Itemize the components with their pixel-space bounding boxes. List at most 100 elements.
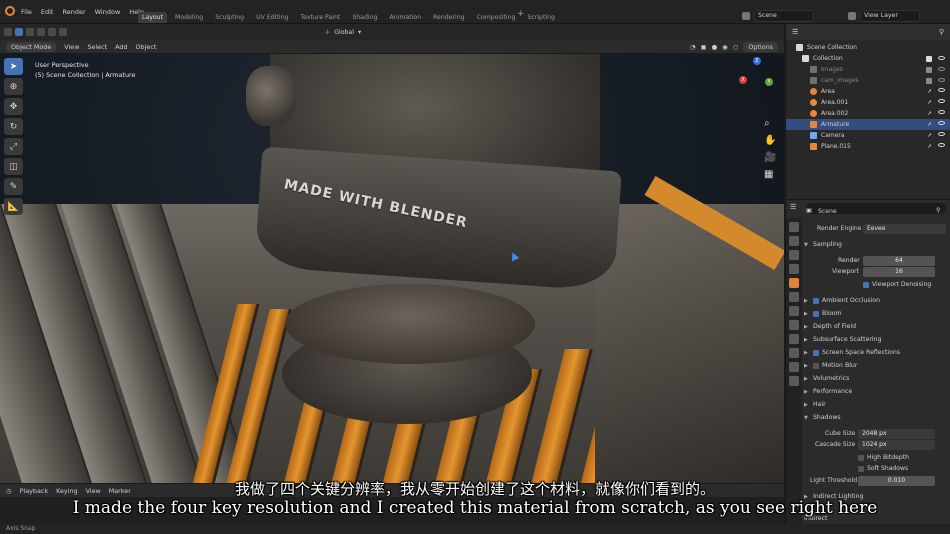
- gizmo-y-axis[interactable]: Y: [765, 78, 773, 86]
- data-tab-icon[interactable]: [789, 376, 799, 386]
- object-tab-icon[interactable]: [789, 306, 799, 316]
- add-workspace-icon[interactable]: +: [517, 9, 525, 19]
- menu-render[interactable]: Render: [62, 8, 85, 16]
- outliner-row-armature[interactable]: Armature ➚: [786, 119, 950, 130]
- select-arrow-icon[interactable]: ➚: [927, 99, 932, 106]
- options-button[interactable]: Options: [743, 41, 778, 52]
- select-tool-icon[interactable]: ➤: [4, 58, 23, 75]
- view-layer-selector[interactable]: View Layer: [848, 10, 920, 22]
- output-tab-icon[interactable]: [789, 250, 799, 260]
- transform-orientation[interactable]: ⊹ Global ▾: [325, 29, 361, 36]
- outliner-row[interactable]: Images: [786, 64, 950, 75]
- zoom-icon[interactable]: ⌕: [764, 118, 776, 129]
- eye-icon[interactable]: [938, 99, 945, 103]
- select-arrow-icon[interactable]: ➚: [927, 121, 932, 128]
- menu-view[interactable]: View: [64, 43, 79, 51]
- physics-tab-icon[interactable]: [789, 348, 799, 358]
- tab-compositing[interactable]: Compositing: [473, 12, 520, 23]
- hair-panel-header[interactable]: ▶ Hair: [804, 401, 826, 408]
- cascade-size-dropdown[interactable]: 1024 px: [858, 440, 935, 450]
- menu-file[interactable]: File: [21, 8, 32, 16]
- measure-tool-icon[interactable]: 📐: [4, 198, 23, 215]
- select-arrow-icon[interactable]: ➚: [927, 110, 932, 117]
- overlay-icon[interactable]: ◔: [690, 43, 696, 51]
- viewport-samples-field[interactable]: 16: [863, 267, 935, 277]
- render-engine-dropdown[interactable]: Eevee: [863, 224, 946, 234]
- include-checkbox[interactable]: [926, 77, 932, 84]
- outliner-scene-collection[interactable]: Scene Collection: [786, 42, 950, 53]
- outliner-row[interactable]: Camera ➚: [786, 130, 950, 141]
- motion-blur-panel-header[interactable]: ▶ Motion Blur: [804, 362, 857, 369]
- select-arrow-icon[interactable]: ➚: [927, 143, 932, 150]
- tool-tab-icon[interactable]: [789, 222, 799, 232]
- soft-shadows-checkbox[interactable]: Soft Shadows: [858, 465, 908, 472]
- ssr-panel-header[interactable]: ▶ Screen Space Reflections: [804, 349, 900, 356]
- menu-edit[interactable]: Edit: [41, 8, 54, 16]
- mode-invert-icon[interactable]: [59, 28, 67, 36]
- transform-tool-icon[interactable]: ◫: [4, 158, 23, 175]
- particles-tab-icon[interactable]: [789, 334, 799, 344]
- shading-rendered-icon[interactable]: ○: [733, 43, 739, 51]
- object-mode-dropdown[interactable]: Object Mode: [6, 41, 57, 52]
- camera-view-icon[interactable]: 🎥: [764, 152, 776, 163]
- outliner-row[interactable]: Area.002 ➚: [786, 108, 950, 119]
- select-arrow-icon[interactable]: ➚: [927, 132, 932, 139]
- modifier-tab-icon[interactable]: [789, 320, 799, 330]
- eye-icon[interactable]: [938, 55, 945, 60]
- high-bitdepth-checkbox[interactable]: High Bitdepth: [858, 454, 909, 461]
- annotate-tool-icon[interactable]: ✎: [4, 178, 23, 195]
- pin-icon[interactable]: ⚲: [936, 207, 940, 214]
- include-checkbox[interactable]: [926, 55, 932, 62]
- menu-window[interactable]: Window: [95, 8, 121, 16]
- render-tab-icon[interactable]: [789, 236, 799, 246]
- outliner-type-icon[interactable]: ☰: [792, 28, 798, 36]
- scene-tab-icon[interactable]: [789, 278, 799, 288]
- menu-select[interactable]: Select: [87, 43, 107, 51]
- tab-texture-paint[interactable]: Texture Paint: [296, 12, 344, 23]
- eye-icon[interactable]: [938, 143, 945, 147]
- eye-icon[interactable]: [938, 66, 945, 71]
- grid-view-icon[interactable]: ▦: [764, 169, 776, 180]
- tab-rendering[interactable]: Rendering: [429, 12, 469, 23]
- eye-icon[interactable]: [938, 132, 945, 136]
- section-checkbox[interactable]: [813, 362, 819, 369]
- viewport-denoise-checkbox[interactable]: Viewport Denoising: [863, 281, 931, 288]
- eye-icon[interactable]: [938, 77, 945, 82]
- volumetrics-panel-header[interactable]: ▶ Volumetrics: [804, 375, 849, 382]
- mode-new-icon[interactable]: [26, 28, 34, 36]
- section-checkbox[interactable]: [813, 297, 819, 304]
- sampling-panel-header[interactable]: ▼ Sampling: [804, 241, 842, 248]
- tab-animation[interactable]: Animation: [385, 12, 425, 23]
- orientation-value[interactable]: Global: [334, 29, 354, 36]
- outliner-row[interactable]: cam_images: [786, 75, 950, 86]
- editor-type-icon[interactable]: [4, 28, 12, 36]
- select-box-icon[interactable]: [15, 28, 23, 36]
- scale-tool-icon[interactable]: ⤢: [4, 138, 23, 155]
- cube-size-dropdown[interactable]: 2048 px: [858, 429, 935, 439]
- mode-extend-icon[interactable]: [37, 28, 45, 36]
- shading-solid-icon[interactable]: ●: [712, 43, 718, 51]
- dof-panel-header[interactable]: ▶ Depth of Field: [804, 323, 856, 330]
- eye-icon[interactable]: [938, 88, 945, 92]
- eye-icon[interactable]: [938, 121, 945, 125]
- blender-logo-icon[interactable]: [5, 6, 15, 16]
- tab-modeling[interactable]: Modeling: [171, 12, 207, 23]
- outliner-row[interactable]: Area ➚: [786, 86, 950, 97]
- outliner-filter-icon[interactable]: ⚲: [939, 28, 944, 36]
- gizmo-z-axis[interactable]: Z: [753, 57, 761, 65]
- tab-uv-editing[interactable]: UV Editing: [252, 12, 292, 23]
- bloom-panel-header[interactable]: ▶ Bloom: [804, 310, 842, 317]
- outliner-row[interactable]: Plane.015 ➚: [786, 141, 950, 152]
- world-tab-icon[interactable]: [789, 292, 799, 302]
- menu-add[interactable]: Add: [115, 43, 127, 51]
- tab-scripting[interactable]: Scripting: [523, 12, 559, 23]
- sss-panel-header[interactable]: ▶ Subsurface Scattering: [804, 336, 882, 343]
- select-arrow-icon[interactable]: ➚: [927, 88, 932, 95]
- section-checkbox[interactable]: [813, 349, 819, 356]
- scene-selector[interactable]: Scene: [742, 10, 814, 22]
- cursor-tool-icon[interactable]: ⊕: [4, 78, 23, 95]
- outliner-row[interactable]: Collection: [786, 53, 950, 64]
- rotate-tool-icon[interactable]: ↻: [4, 118, 23, 135]
- mode-subtract-icon[interactable]: [48, 28, 56, 36]
- section-checkbox[interactable]: [813, 310, 819, 317]
